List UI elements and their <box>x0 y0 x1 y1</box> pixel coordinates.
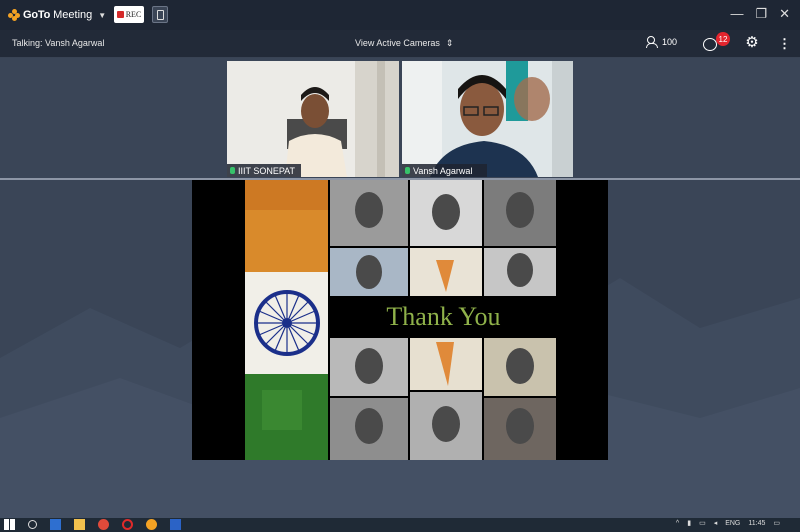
app-menu-button[interactable]: GoTo Meeting ▼ <box>8 7 106 23</box>
close-icon[interactable]: ✕ <box>779 6 790 22</box>
language-indicator[interactable]: ENG <box>725 520 740 527</box>
file-explorer-icon[interactable] <box>74 519 85 530</box>
participant-video <box>402 61 573 177</box>
microphone-icon <box>230 167 235 174</box>
participant-name-bar: Vansh Agarwal <box>402 164 487 177</box>
video-tile-vansh-agarwal[interactable]: Vansh Agarwal <box>402 61 573 177</box>
windows-start-icon[interactable] <box>4 519 15 530</box>
attendees-button[interactable]: 100 <box>646 36 677 48</box>
microphone-icon <box>405 167 410 174</box>
network-icon[interactable]: ▭ <box>699 519 706 527</box>
task-view-icon[interactable] <box>50 519 61 530</box>
battery-icon[interactable]: ▮ <box>687 519 691 527</box>
chevron-up-icon[interactable]: ^ <box>676 520 679 527</box>
attendee-count: 100 <box>662 37 678 47</box>
goto-logo-icon <box>8 9 20 21</box>
participant-name-bar: IIIT SONEPAT <box>227 164 301 177</box>
chevron-down-icon: ▼ <box>98 10 107 20</box>
taskbar-apps <box>4 519 181 530</box>
participant-name: IIIT SONEPAT <box>238 165 296 176</box>
chat-icon[interactable] <box>703 38 717 51</box>
minimize-icon[interactable]: — <box>730 6 743 22</box>
brand-name-bold: GoTo <box>23 9 51 21</box>
slide-title: Thank You <box>330 297 557 337</box>
participant-video <box>227 61 399 177</box>
record-button[interactable]: REC <box>114 6 144 23</box>
record-icon <box>116 11 124 18</box>
record-label: REC <box>125 10 142 19</box>
system-tray: ^ ▮ ▭ ◂ ENG 11:45 ▭ <box>676 519 780 528</box>
view-cameras-label: View Active Cameras <box>355 38 440 48</box>
search-icon[interactable] <box>28 520 37 529</box>
opera-icon[interactable] <box>122 519 133 530</box>
volume-icon[interactable]: ◂ <box>714 519 718 527</box>
more-vertical-icon[interactable]: ⋮ <box>778 36 791 52</box>
clock[interactable]: 11:45 <box>748 520 765 527</box>
video-tile-iiit-sonepat[interactable]: IIIT SONEPAT <box>227 61 399 177</box>
sort-icon: ⇕ <box>445 38 454 48</box>
restore-icon[interactable]: ❐ <box>755 6 767 22</box>
word-icon[interactable] <box>170 519 181 530</box>
gear-icon[interactable]: ⚙ <box>745 35 759 50</box>
attendees-icon <box>646 36 660 48</box>
clipboard-icon[interactable] <box>152 6 168 23</box>
participant-name: Vansh Agarwal <box>413 165 473 176</box>
gotomeeting-taskbar-icon[interactable] <box>146 519 157 530</box>
brand-name-regular: Meeting <box>53 9 93 21</box>
talking-indicator: Talking: Vansh Agarwal <box>12 38 105 48</box>
chat-badge: 12 <box>716 32 730 46</box>
chrome-icon[interactable] <box>98 519 109 530</box>
window-controls: — ❐ ✕ <box>730 6 790 22</box>
view-cameras-dropdown[interactable]: View Active Cameras ⇕ <box>355 38 453 48</box>
notifications-icon[interactable]: ▭ <box>773 519 780 527</box>
